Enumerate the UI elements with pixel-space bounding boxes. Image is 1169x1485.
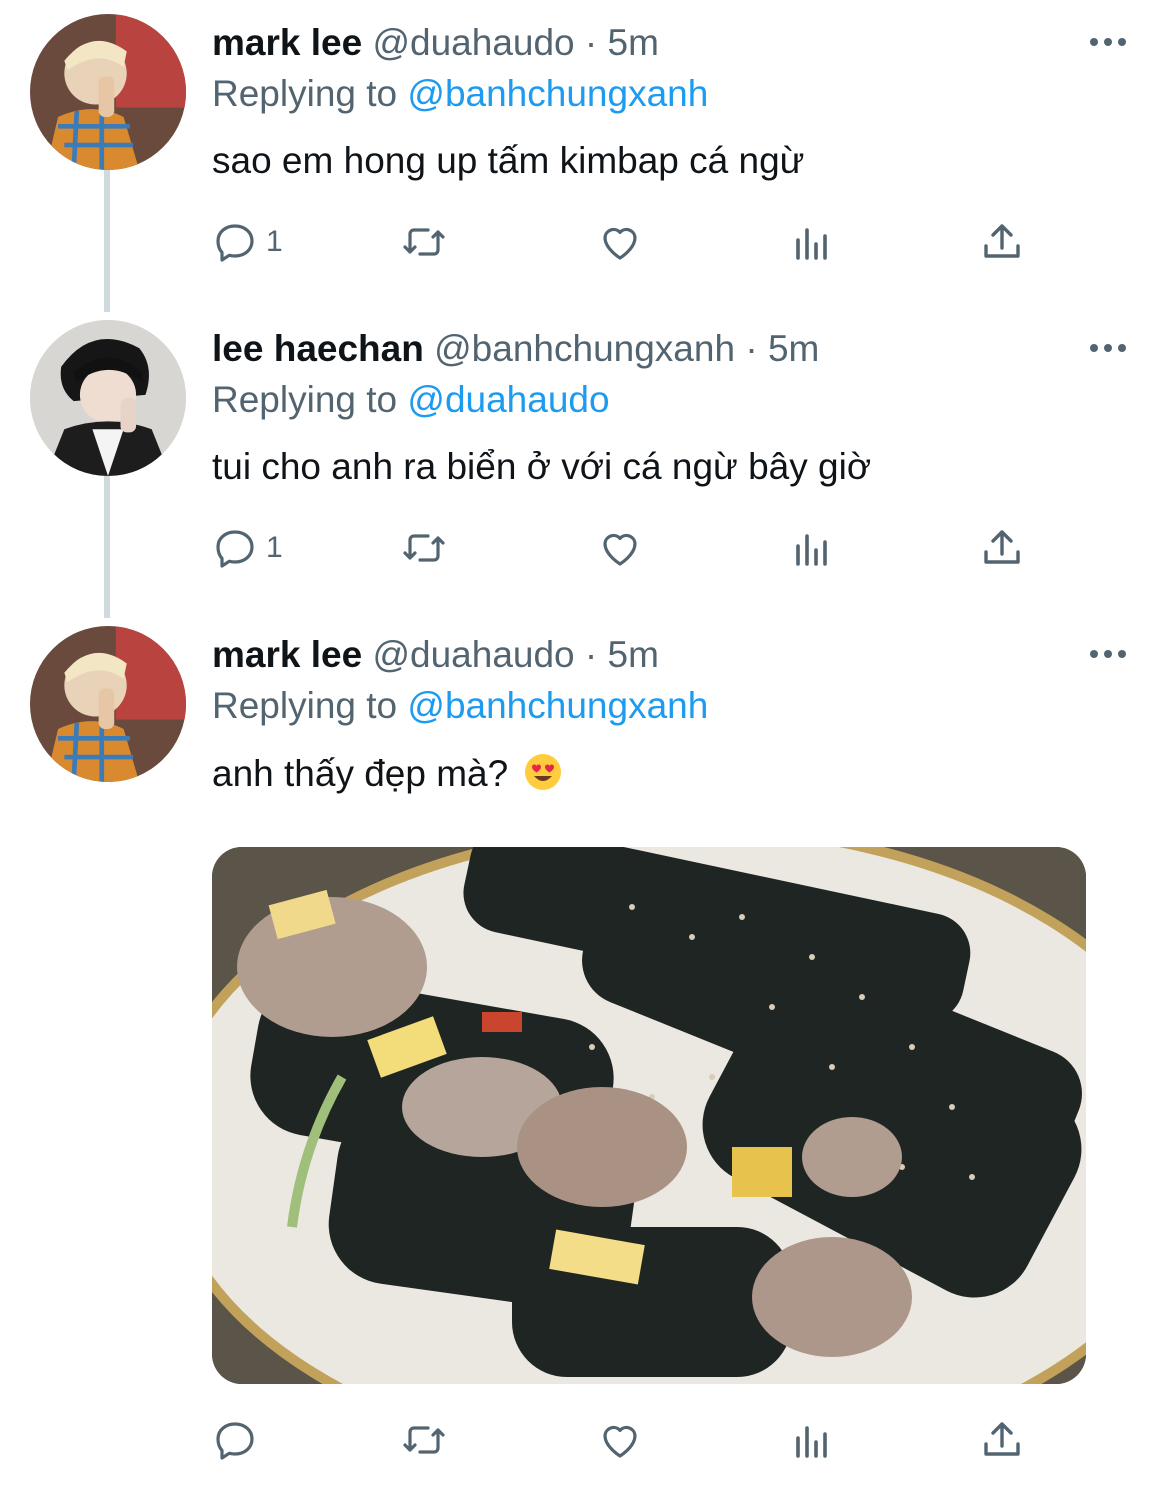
replying-prefix: Replying to (212, 73, 398, 114)
more-icon[interactable] (1086, 636, 1130, 672)
user-handle[interactable]: @duahaudo (372, 22, 574, 63)
tweet-text: sao em hong up tấm kimbap cá ngừ (212, 140, 805, 181)
replying-mention[interactable]: @banhchungxanh (407, 685, 708, 726)
reply-button[interactable] (212, 1410, 266, 1470)
like-icon (603, 1425, 637, 1458)
separator-dot: · (584, 634, 598, 675)
display-name[interactable]: lee haechan (212, 328, 424, 369)
like-button[interactable] (596, 1410, 644, 1470)
reply-icon (216, 1422, 254, 1460)
replying-to: Replying to @banhchungxanh (212, 73, 708, 115)
timestamp[interactable]: 5m (768, 328, 819, 369)
heart-eyes-emoji-icon (524, 754, 561, 790)
avatar-lee-haechan[interactable] (30, 320, 186, 476)
like-button[interactable] (596, 518, 644, 578)
tweet-text-wrap: anh thấy đẹp mà? (212, 752, 563, 795)
analytics-icon (796, 228, 827, 260)
replying-mention[interactable]: @banhchungxanh (407, 73, 708, 114)
replying-to: Replying to @duahaudo (212, 379, 610, 421)
avatar-mark-lee[interactable] (30, 626, 186, 782)
tweet-header: mark lee @duahaudo · 5m (212, 634, 659, 676)
replying-prefix: Replying to (212, 685, 398, 726)
tweet-text: tui cho anh ra biển ở với cá ngừ bây giờ (212, 446, 872, 487)
timestamp[interactable]: 5m (608, 634, 659, 675)
replying-mention[interactable]: @duahaudo (407, 379, 609, 420)
user-handle[interactable]: @banhchungxanh (434, 328, 735, 369)
tweet-header: lee haechan @banhchungxanh · 5m (212, 328, 819, 370)
reply-count: 1 (266, 531, 283, 564)
more-icon[interactable] (1086, 24, 1130, 60)
retweet-button[interactable] (400, 518, 448, 578)
separator-dot: · (584, 22, 598, 63)
like-button[interactable] (596, 212, 644, 272)
timestamp[interactable]: 5m (608, 22, 659, 63)
share-icon (984, 530, 1020, 564)
action-bar: 1 (212, 518, 1112, 578)
like-icon (603, 227, 637, 260)
share-button[interactable] (978, 1410, 1026, 1470)
analytics-button[interactable] (788, 518, 836, 578)
display-name[interactable]: mark lee (212, 634, 362, 675)
share-icon (984, 224, 1020, 258)
reply-icon (216, 224, 254, 262)
reply-count: 1 (266, 225, 283, 258)
tweet-photo[interactable] (212, 847, 1086, 1384)
retweet-icon (403, 1426, 445, 1454)
like-icon (603, 533, 637, 566)
tweet-text: anh thấy đẹp mà? (212, 753, 509, 794)
retweet-button[interactable] (400, 212, 448, 272)
tweet-1[interactable]: mark lee @duahaudo · 5m Replying to @ban… (0, 0, 1169, 306)
analytics-button[interactable] (788, 212, 836, 272)
more-icon[interactable] (1086, 330, 1130, 366)
separator-dot: · (745, 328, 758, 369)
tweet-header: mark lee @duahaudo · 5m (212, 22, 659, 64)
reply-button[interactable]: 1 (212, 212, 283, 272)
reply-icon (216, 530, 254, 568)
retweet-icon (403, 534, 445, 562)
user-handle[interactable]: @duahaudo (372, 634, 574, 675)
action-bar: 1 (212, 212, 1112, 272)
display-name[interactable]: mark lee (212, 22, 362, 63)
retweet-icon (403, 228, 445, 256)
tweet-2[interactable]: lee haechan @banhchungxanh · 5m Replying… (0, 306, 1169, 612)
reply-button[interactable]: 1 (212, 518, 283, 578)
analytics-button[interactable] (788, 1410, 836, 1470)
share-button[interactable] (978, 212, 1026, 272)
replying-prefix: Replying to (212, 379, 398, 420)
analytics-icon (796, 1426, 827, 1458)
avatar-mark-lee[interactable] (30, 14, 186, 170)
replying-to: Replying to @banhchungxanh (212, 685, 708, 727)
retweet-button[interactable] (400, 1410, 448, 1470)
share-icon (984, 1422, 1020, 1456)
share-button[interactable] (978, 518, 1026, 578)
action-bar (212, 1410, 1112, 1470)
tweet-3[interactable]: mark lee @duahaudo · 5m Replying to @ban… (0, 612, 1169, 1485)
analytics-icon (796, 534, 827, 566)
